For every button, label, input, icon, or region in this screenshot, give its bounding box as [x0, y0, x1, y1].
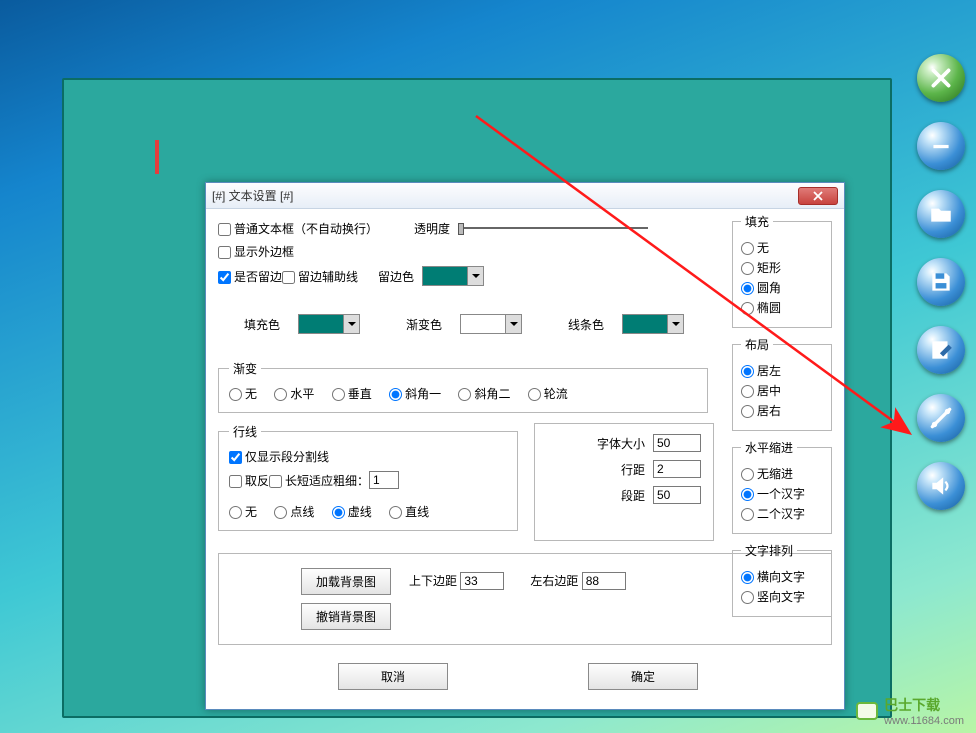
font-size-label: 字体大小	[597, 435, 645, 452]
line-style-3[interactable]: 直线	[389, 505, 429, 519]
layout-legend: 布局	[741, 336, 773, 353]
minimize-icon	[928, 133, 954, 159]
toolbar-tools-button[interactable]	[917, 394, 965, 442]
gradient-opt-1[interactable]: 水平	[274, 387, 314, 401]
watermark-url: www.11684.com	[884, 715, 964, 727]
gradient-opt-5[interactable]: 轮流	[528, 387, 568, 401]
para-spacing-input[interactable]	[653, 486, 701, 504]
toolbar-folder-button[interactable]	[917, 190, 965, 238]
line-style-1[interactable]: 点线	[274, 505, 314, 519]
vmargin-input[interactable]	[460, 572, 504, 590]
fill-shape-group: 填充 无 矩形 圆角 椭圆	[732, 213, 832, 328]
ok-button[interactable]: 确定	[588, 663, 698, 690]
fill-shape-legend: 填充	[741, 213, 773, 230]
show-outer-border-label: 显示外边框	[234, 245, 294, 259]
close-icon	[813, 191, 823, 201]
edit-icon	[928, 337, 954, 363]
thickness-input[interactable]	[369, 471, 399, 489]
layout-opt-0[interactable]: 居左	[741, 362, 823, 379]
gradient-opt-0[interactable]: 无	[229, 387, 257, 401]
dialog-title: [#] 文本设置 [#]	[212, 187, 293, 204]
font-size-input[interactable]	[653, 434, 701, 452]
lines-group: 行线 仅显示段分割线 取反 长短适应 粗细： 无 点线 虚线 直线	[218, 423, 518, 531]
line-color-label: 线条色	[568, 316, 604, 333]
margin-guides-checkbox[interactable]: 留边辅助线	[282, 268, 358, 285]
line-spacing-label: 行距	[621, 461, 645, 478]
floating-toolbar	[910, 54, 972, 510]
indent-opt-1[interactable]: 一个汉字	[741, 485, 823, 502]
gradient-color-picker[interactable]	[460, 314, 522, 334]
indent-group: 水平缩进 无缩进 一个汉字 二个汉字	[732, 439, 832, 534]
toolbar-minimize-button[interactable]	[917, 122, 965, 170]
dialog-close-button[interactable]	[798, 187, 838, 205]
layout-opt-2[interactable]: 居右	[741, 402, 823, 419]
watermark-icon	[856, 702, 878, 720]
fill-opt-0[interactable]: 无	[741, 239, 823, 256]
text-dir-legend: 文字排列	[741, 542, 797, 559]
line-style-2[interactable]: 虚线	[332, 505, 372, 519]
para-spacing-label: 段距	[621, 487, 645, 504]
fill-color-picker[interactable]	[298, 314, 360, 334]
fill-opt-1[interactable]: 矩形	[741, 259, 823, 276]
text-dir-opt-0[interactable]: 横向文字	[741, 568, 823, 585]
fill-opt-2[interactable]: 圆角	[741, 279, 823, 296]
load-bg-button[interactable]: 加载背景图	[301, 568, 391, 595]
close-icon	[928, 65, 954, 91]
show-outer-border-checkbox[interactable]: 显示外边框	[218, 243, 294, 260]
toolbar-close-button[interactable]	[917, 54, 965, 102]
margin-color-label: 留边色	[378, 268, 414, 285]
clear-bg-button[interactable]: 撤销背景图	[301, 603, 391, 630]
thickness-label: 粗细：	[333, 472, 369, 489]
plain-textbox-label: 普通文本框（不自动换行）	[234, 222, 378, 236]
text-cursor	[155, 140, 159, 174]
has-margin-checkbox[interactable]: 是否留边	[218, 268, 282, 285]
indent-opt-0[interactable]: 无缩进	[741, 465, 823, 482]
folder-icon	[928, 201, 954, 227]
only-segment-checkbox[interactable]: 仅显示段分割线	[229, 448, 329, 465]
invert-checkbox[interactable]: 取反	[229, 472, 269, 489]
margin-guides-label: 留边辅助线	[298, 270, 358, 284]
auto-length-checkbox[interactable]: 长短适应	[269, 472, 333, 489]
fill-opt-3[interactable]: 椭圆	[741, 299, 823, 316]
text-settings-dialog: [#] 文本设置 [#] 普通文本框（不自动换行） 透明度 显示外边框 是否留边…	[205, 182, 845, 710]
line-color-picker[interactable]	[622, 314, 684, 334]
plain-textbox-checkbox[interactable]: 普通文本框（不自动换行）	[218, 220, 378, 237]
gradient-radios: 无 水平 垂直 斜角一 斜角二 轮流	[229, 385, 697, 402]
layout-group: 布局 居左 居中 居右	[732, 336, 832, 431]
gradient-group: 渐变 无 水平 垂直 斜角一 斜角二 轮流	[218, 360, 708, 413]
line-spacing-input[interactable]	[653, 460, 701, 478]
watermark-badge: 巴士下载 www.11684.com	[856, 695, 964, 727]
toolbar-edit-button[interactable]	[917, 326, 965, 374]
hmargin-input[interactable]	[582, 572, 626, 590]
opacity-label: 透明度	[414, 220, 450, 237]
save-icon	[928, 269, 954, 295]
fill-color-label: 填充色	[244, 316, 280, 333]
toolbar-sound-button[interactable]	[917, 462, 965, 510]
has-margin-label: 是否留边	[234, 270, 282, 284]
font-block: 字体大小 行距 段距	[534, 423, 714, 541]
vmargin-label: 上下边距	[409, 574, 457, 588]
gradient-opt-4[interactable]: 斜角二	[458, 387, 510, 401]
line-style-0[interactable]: 无	[229, 505, 257, 519]
gradient-opt-3[interactable]: 斜角一	[389, 387, 441, 401]
watermark-name: 巴士下载	[884, 695, 964, 715]
indent-opt-2[interactable]: 二个汉字	[741, 505, 823, 522]
layout-opt-1[interactable]: 居中	[741, 382, 823, 399]
opacity-slider[interactable]	[458, 219, 648, 237]
gradient-opt-2[interactable]: 垂直	[332, 387, 372, 401]
dialog-titlebar[interactable]: [#] 文本设置 [#]	[206, 183, 844, 209]
toolbar-save-button[interactable]	[917, 258, 965, 306]
indent-legend: 水平缩进	[741, 439, 797, 456]
lines-legend: 行线	[229, 423, 261, 440]
margin-color-picker[interactable]	[422, 266, 484, 286]
text-dir-group: 文字排列 横向文字 竖向文字	[732, 542, 832, 617]
tools-icon	[928, 405, 954, 431]
text-dir-opt-1[interactable]: 竖向文字	[741, 588, 823, 605]
sound-icon	[928, 473, 954, 499]
hmargin-label: 左右边距	[530, 574, 578, 588]
cancel-button[interactable]: 取消	[338, 663, 448, 690]
gradient-legend: 渐变	[229, 360, 261, 377]
gradient-color-label: 渐变色	[406, 316, 442, 333]
